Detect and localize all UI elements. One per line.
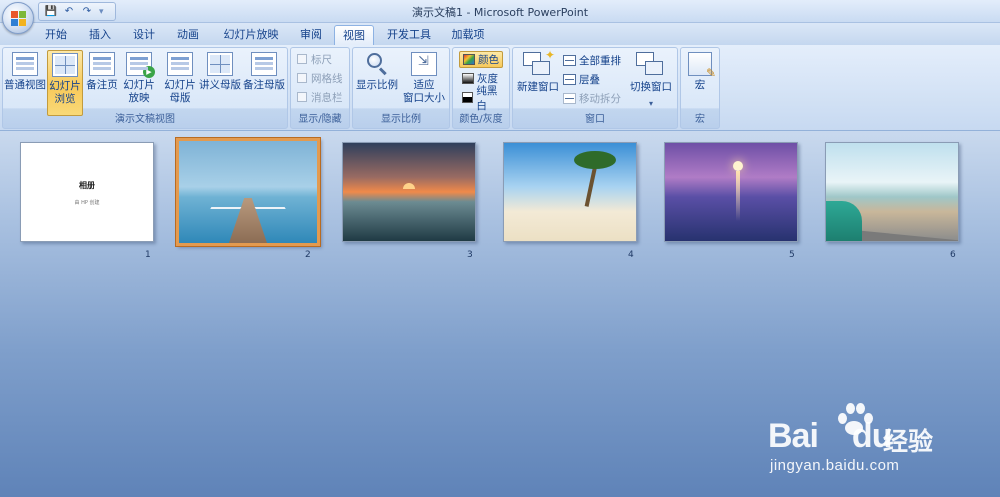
slide-number: 5	[789, 250, 795, 260]
tab-slide-show[interactable]: 幻灯片放映	[216, 25, 286, 45]
zoom-button[interactable]: 显示比例	[355, 50, 399, 92]
slide-thumbnail-3[interactable]	[342, 142, 476, 242]
ribbon: 普通视图 幻灯片 浏览 备注页 ▶ 幻灯片 放映 幻灯片 母版 讲义母版 备注母…	[0, 45, 1000, 131]
office-button[interactable]	[2, 2, 34, 34]
pier-image	[229, 198, 267, 243]
handout-master-icon	[207, 52, 233, 76]
move-split-button[interactable]: 移动拆分	[563, 90, 621, 107]
macros-icon	[688, 52, 716, 80]
tab-insert[interactable]: 插入	[82, 25, 118, 45]
tab-design[interactable]: 设计	[126, 25, 162, 45]
tab-add-ins[interactable]: 加载项	[446, 25, 490, 45]
tab-animations[interactable]: 动画	[170, 25, 206, 45]
slide-thumbnail-2[interactable]	[175, 137, 321, 247]
slide-thumbnail-1[interactable]: 相册 由 HP 创建	[20, 142, 154, 242]
magnifier-icon	[365, 52, 389, 76]
cascade-icon	[563, 74, 576, 85]
group-presentation-views: 普通视图 幻灯片 浏览 备注页 ▶ 幻灯片 放映 幻灯片 母版 讲义母版 备注母…	[2, 47, 288, 129]
color-swatch-icon	[463, 54, 475, 65]
watermark-url: jingyan.baidu.com	[770, 457, 900, 474]
arrange-all-button[interactable]: 全部重排	[563, 52, 621, 69]
slide-number: 1	[145, 250, 151, 260]
paw-logo-icon	[834, 399, 874, 439]
black-white-button[interactable]: 纯黑白	[459, 85, 509, 112]
group-label-zoom: 显示比例	[381, 114, 421, 125]
slide-thumbnail-5[interactable]	[664, 142, 798, 242]
color-button[interactable]: 颜色	[459, 51, 503, 68]
slide-sorter-icon	[52, 53, 78, 77]
tab-view[interactable]: 视图	[334, 25, 374, 45]
group-label-macros: 宏	[695, 114, 705, 125]
window-title: 演示文稿1 - Microsoft PowerPoint	[411, 6, 589, 19]
cascade-button[interactable]: 层叠	[563, 71, 600, 88]
play-icon: ▶	[143, 66, 155, 78]
group-window: ✦ 新建窗口 全部重排 层叠 移动拆分 切换窗口 ▾ 窗口	[512, 47, 678, 129]
arrange-all-icon	[563, 55, 576, 66]
baidu-jingyan-watermark: Bai du 经验 jingyan.baidu.com	[768, 399, 948, 477]
car-image	[826, 201, 862, 241]
group-color-grayscale: 颜色 灰度 纯黑白 颜色/灰度	[452, 47, 510, 129]
slide-number: 6	[950, 250, 956, 260]
ribbon-tab-bar: 开始 插入 设计 动画 幻灯片放映 审阅 视图 开发工具 加载项	[0, 23, 1000, 45]
notes-page-icon	[89, 52, 115, 76]
slide-1-subtitle: 由 HP 创建	[74, 200, 100, 206]
fit-to-window-button[interactable]: 适应 窗口大小	[401, 50, 447, 105]
group-macros: 宏 宏	[680, 47, 720, 129]
title-bar: 💾 ↶ ↷ ▾ 演示文稿1 - Microsoft PowerPoint	[0, 0, 1000, 34]
sunset-image	[733, 161, 743, 171]
office-logo-icon	[11, 11, 26, 26]
slide-1-title: 相册	[79, 181, 95, 190]
black-white-swatch-icon	[462, 92, 474, 103]
slide-show-button[interactable]: ▶ 幻灯片 放映	[120, 50, 158, 105]
tab-review[interactable]: 审阅	[293, 25, 329, 45]
notes-master-icon	[251, 52, 277, 76]
slide-sorter-button[interactable]: 幻灯片 浏览	[47, 50, 83, 116]
slide-thumbnail-6[interactable]	[825, 142, 959, 242]
new-window-button[interactable]: ✦ 新建窗口	[515, 49, 561, 94]
checkbox-icon	[297, 92, 307, 102]
normal-view-button[interactable]: 普通视图	[4, 50, 46, 92]
notes-page-button[interactable]: 备注页	[85, 50, 119, 92]
checkbox-icon	[297, 54, 307, 64]
slide-number: 2	[305, 250, 311, 260]
message-bar-checkbox[interactable]: 消息栏	[297, 89, 343, 105]
slide-show-icon: ▶	[126, 52, 155, 78]
group-label-color-grayscale: 颜色/灰度	[459, 114, 503, 125]
group-zoom: 显示比例 适应 窗口大小 显示比例	[352, 47, 450, 129]
fit-window-icon	[411, 52, 437, 76]
normal-view-icon	[12, 52, 38, 76]
handout-master-button[interactable]: 讲义母版	[199, 50, 241, 92]
group-label-show-hide: 显示/隐藏	[298, 114, 342, 125]
gridlines-checkbox[interactable]: 网格线	[297, 70, 343, 86]
group-show-hide: 标尺 网格线 消息栏 显示/隐藏	[290, 47, 350, 129]
slide-master-icon	[167, 52, 193, 76]
slide-number: 4	[628, 250, 634, 260]
slide-thumbnail-4[interactable]	[503, 142, 637, 242]
macros-button[interactable]: 宏	[685, 50, 716, 92]
group-label-window: 窗口	[585, 114, 605, 125]
sun-image	[403, 183, 415, 189]
slide-master-button[interactable]: 幻灯片 母版	[161, 50, 199, 105]
grayscale-swatch-icon	[462, 73, 474, 84]
switch-windows-button[interactable]: 切换窗口 ▾	[627, 50, 675, 110]
tab-home[interactable]: 开始	[38, 25, 74, 45]
tab-developer[interactable]: 开发工具	[382, 25, 436, 45]
chevron-down-icon: ▾	[648, 99, 653, 108]
watermark-cn: 经验	[883, 427, 934, 456]
move-split-icon	[563, 93, 576, 104]
group-label-presentation-views: 演示文稿视图	[115, 114, 175, 125]
ruler-checkbox[interactable]: 标尺	[297, 51, 332, 67]
notes-master-button[interactable]: 备注母版	[242, 50, 286, 92]
checkbox-icon	[297, 73, 307, 83]
slide-number: 3	[467, 250, 473, 260]
switch-windows-icon	[636, 52, 666, 78]
new-window-icon: ✦	[523, 49, 555, 78]
